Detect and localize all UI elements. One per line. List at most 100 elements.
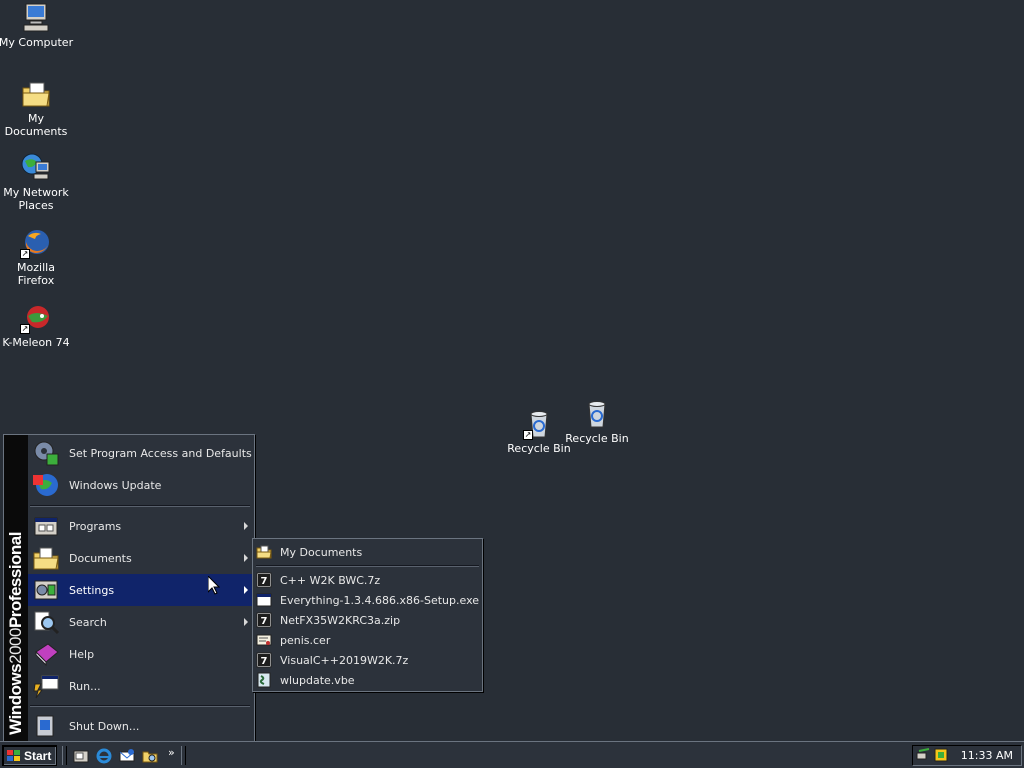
programs-icon	[32, 512, 60, 540]
desktop-icon-k-meleon[interactable]: ↗ K-Meleon 74	[0, 302, 74, 349]
desktop-icon-label: K-Meleon 74	[2, 336, 70, 349]
submenu-item-label: Everything-1.3.4.686.x86-Setup.exe	[280, 593, 480, 607]
taskbar-clock[interactable]: 11:33 AM	[961, 749, 1013, 762]
system-tray: 11:33 AM	[912, 745, 1022, 766]
documents-submenu: My Documents 7 C++ W2K BWC.7z Everything…	[252, 538, 483, 692]
taskbar-grip[interactable]	[181, 746, 186, 765]
k-meleon-icon: ↗	[20, 302, 52, 334]
recycle-bin-icon: ↗	[523, 408, 555, 440]
menu-item-label: Windows Update	[69, 478, 162, 492]
menu-item-documents[interactable]: Documents	[28, 542, 254, 574]
submenu-item-label: wlupdate.vbe	[280, 673, 355, 687]
quick-launch-overflow-button[interactable]: »	[168, 746, 175, 759]
menu-item-shut-down[interactable]: Shut Down...	[28, 710, 254, 742]
security-tray-icon[interactable]	[933, 747, 949, 763]
help-icon	[32, 640, 60, 668]
menu-item-label: Programs	[69, 519, 122, 533]
menu-item-help[interactable]: Help	[28, 638, 254, 670]
desktop-icon-label: Mozilla Firefox	[17, 261, 55, 287]
settings-icon	[32, 576, 60, 604]
desktop-icon-label: My Computer	[0, 36, 74, 49]
submenu-item-wlupdate-vbe[interactable]: wlupdate.vbe	[253, 670, 482, 690]
recycle-bin-icon	[581, 398, 613, 430]
windows-update-icon	[32, 471, 60, 499]
menu-item-label: Shut Down...	[69, 719, 140, 733]
submenu-item-my-documents[interactable]: My Documents	[253, 542, 482, 562]
desktop-icon-label: My Network Places	[3, 186, 69, 212]
internet-explorer-icon[interactable]	[96, 748, 112, 764]
7z-archive-icon: 7	[256, 652, 272, 668]
start-button[interactable]: Start	[2, 745, 57, 766]
svg-text:7: 7	[261, 616, 268, 627]
mouse-cursor-icon	[208, 576, 220, 595]
menu-item-label: Settings	[69, 583, 115, 597]
desktop-icon-my-computer[interactable]: My Computer	[0, 2, 74, 49]
submenu-item-label: VisualC++2019W2K.7z	[280, 653, 409, 667]
firefox-icon: ↗	[20, 227, 52, 259]
menu-item-label: Search	[69, 615, 107, 629]
submenu-arrow-icon	[244, 586, 248, 594]
svg-text:7: 7	[261, 656, 268, 667]
desktop-icon-label: Recycle Bin	[565, 432, 629, 445]
shortcut-arrow-icon: ↗	[20, 324, 30, 334]
submenu-arrow-icon	[244, 554, 248, 562]
shutdown-icon	[32, 712, 60, 740]
banner-2000: 2000	[6, 628, 25, 665]
submenu-item-label: NetFX35W2KRC3a.zip	[280, 613, 401, 627]
submenu-item-netfx35[interactable]: 7 NetFX35W2KRC3a.zip	[253, 610, 482, 630]
7z-archive-icon: 7	[256, 572, 272, 588]
menu-item-settings[interactable]: Settings	[28, 574, 254, 606]
quick-launch-grip[interactable]	[62, 746, 67, 765]
menu-item-set-program-access[interactable]: Set Program Access and Defaults	[28, 437, 254, 469]
submenu-arrow-icon	[244, 618, 248, 626]
run-icon	[32, 672, 60, 700]
zip-archive-icon: 7	[256, 612, 272, 628]
taskbar: Start » 11:33 AM	[0, 741, 1024, 768]
network-icon	[20, 152, 52, 184]
shortcut-arrow-icon: ↗	[523, 430, 533, 440]
documents-icon	[32, 544, 60, 572]
network-tray-icon[interactable]	[916, 747, 932, 763]
desktop-icon-label: My Documents	[4, 112, 68, 138]
submenu-item-label: My Documents	[280, 545, 363, 559]
outlook-express-icon[interactable]	[119, 748, 135, 764]
desktop-icon-mozilla-firefox[interactable]: ↗ Mozilla Firefox	[0, 227, 74, 287]
script-icon	[256, 672, 272, 688]
menu-item-label: Run...	[69, 679, 101, 693]
search-icon	[32, 608, 60, 636]
menu-item-label: Documents	[69, 551, 132, 565]
menu-item-label: Set Program Access and Defaults	[69, 446, 252, 460]
shortcut-arrow-icon: ↗	[20, 249, 30, 259]
program-access-icon	[32, 439, 60, 467]
submenu-item-label: penis.cer	[280, 633, 331, 647]
exe-icon	[256, 592, 272, 608]
menu-item-windows-update[interactable]: Windows Update	[28, 469, 254, 501]
certificate-icon	[256, 632, 272, 648]
menu-separator	[30, 705, 250, 707]
menu-item-label: Help	[69, 647, 95, 661]
banner-windows: Windows	[6, 664, 25, 735]
folder-icon	[256, 544, 272, 560]
submenu-arrow-icon	[244, 522, 248, 530]
desktop-icon-my-documents[interactable]: My Documents	[0, 78, 74, 138]
menu-separator	[30, 505, 250, 507]
banner-professional: Professional	[6, 532, 25, 629]
menu-item-programs[interactable]: Programs	[28, 510, 254, 542]
menu-item-run[interactable]: Run...	[28, 670, 254, 702]
menu-item-search[interactable]: Search	[28, 606, 254, 638]
submenu-item-cer-file[interactable]: penis.cer	[253, 630, 482, 650]
submenu-item-label: C++ W2K BWC.7z	[280, 573, 381, 587]
desktop-icon-my-network-places[interactable]: My Network Places	[0, 152, 74, 212]
windows-flag-icon	[7, 749, 21, 762]
documents-folder-icon	[20, 78, 52, 110]
submenu-item-everything-setup[interactable]: Everything-1.3.4.686.x86-Setup.exe	[253, 590, 482, 610]
svg-text:7: 7	[261, 576, 268, 587]
submenu-item-visualcpp-2019[interactable]: 7 VisualC++2019W2K.7z	[253, 650, 482, 670]
submenu-item-cpp-w2k-bwc[interactable]: 7 C++ W2K BWC.7z	[253, 570, 482, 590]
show-desktop-icon[interactable]	[73, 748, 89, 764]
windows-2000-professional-banner: Windows2000Professional	[6, 532, 26, 735]
desktop-icon-recycle-bin[interactable]: Recycle Bin	[559, 398, 635, 445]
explorer-icon[interactable]	[142, 748, 158, 764]
start-label: Start	[24, 748, 52, 763]
submenu-separator	[256, 565, 479, 567]
